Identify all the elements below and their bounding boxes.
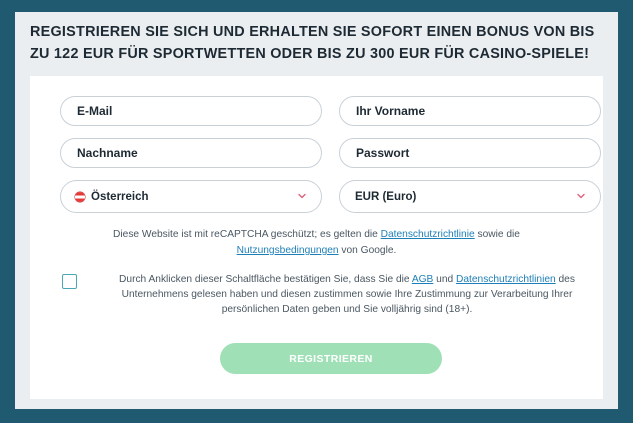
recaptcha-terms-link[interactable]: Nutzungsbedingungen xyxy=(237,245,339,256)
consent-privacy-link[interactable]: Datenschutzrichtlinien xyxy=(456,274,556,285)
recaptcha-text: von Google. xyxy=(338,245,397,256)
country-select[interactable]: Österreich xyxy=(60,180,322,213)
recaptcha-notice: Diese Website ist mit reCAPTCHA geschütz… xyxy=(30,227,603,259)
agb-link[interactable]: AGB xyxy=(412,274,434,285)
currency-value: EUR (Euro) xyxy=(355,190,417,203)
country-value: Österreich xyxy=(91,190,149,203)
recaptcha-text: sowie die xyxy=(474,229,520,240)
registration-form: Österreich EUR (Euro) Diese Website ist … xyxy=(30,76,603,399)
currency-select[interactable]: EUR (Euro) xyxy=(339,180,601,213)
registration-panel: REGISTRIEREN SIE SICH UND ERHALTEN SIE S… xyxy=(15,12,618,409)
firstname-field-wrapper xyxy=(339,96,601,126)
chevron-down-icon xyxy=(298,193,306,199)
austria-flag-icon xyxy=(75,191,85,202)
recaptcha-privacy-link[interactable]: Datenschutzrichtlinie xyxy=(381,229,475,240)
email-field[interactable] xyxy=(61,97,321,125)
password-field[interactable] xyxy=(340,139,600,167)
chevron-down-icon xyxy=(577,193,585,199)
consent-text-part: und xyxy=(433,274,457,285)
consent-text: Durch Anklicken dieser Schaltfläche best… xyxy=(102,272,592,317)
consent-checkbox[interactable] xyxy=(62,274,77,289)
lastname-field-wrapper xyxy=(60,138,322,168)
consent-text-part: Durch Anklicken dieser Schaltfläche best… xyxy=(119,274,412,285)
firstname-field[interactable] xyxy=(340,97,600,125)
recaptcha-text: Diese Website ist mit reCAPTCHA geschütz… xyxy=(113,229,381,240)
page-title: REGISTRIEREN SIE SICH UND ERHALTEN SIE S… xyxy=(30,24,595,62)
register-button[interactable]: REGISTRIEREN xyxy=(220,343,442,374)
email-field-wrapper xyxy=(60,96,322,126)
password-field-wrapper xyxy=(339,138,601,168)
lastname-field[interactable] xyxy=(61,139,321,167)
